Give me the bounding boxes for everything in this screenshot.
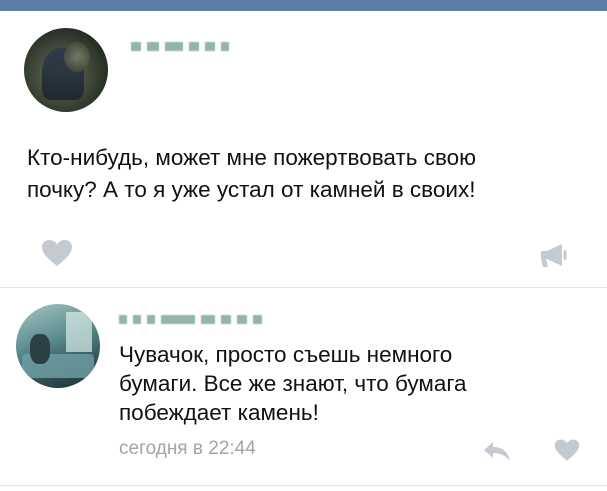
post-text: Кто-нибудь, может мне пожертвовать свою … — [27, 145, 477, 202]
reply-arrow-icon[interactable] — [482, 439, 512, 463]
commenter-avatar[interactable] — [16, 304, 100, 388]
heart-icon[interactable] — [41, 239, 73, 267]
avatar-figure — [30, 334, 50, 364]
comment: Чувачок, просто съешь немного бумаги. Вс… — [0, 289, 607, 491]
commenter-name-redacted[interactable] — [119, 315, 262, 324]
divider — [0, 485, 607, 486]
post-author-name-redacted[interactable] — [131, 42, 229, 51]
top-header-bar — [0, 0, 607, 11]
avatar-window — [66, 312, 92, 352]
avatar-figure — [64, 42, 90, 72]
heart-icon[interactable] — [554, 438, 580, 462]
comment-timestamp: сегодня в 22:44 — [119, 438, 256, 459]
divider — [0, 287, 607, 288]
post-author-avatar[interactable] — [24, 28, 108, 112]
wall-post: Кто-нибудь, может мне пожертвовать свою … — [0, 11, 607, 283]
comment-text: Чувачок, просто съешь немного бумаги. Вс… — [119, 342, 467, 425]
megaphone-icon[interactable] — [538, 241, 570, 269]
